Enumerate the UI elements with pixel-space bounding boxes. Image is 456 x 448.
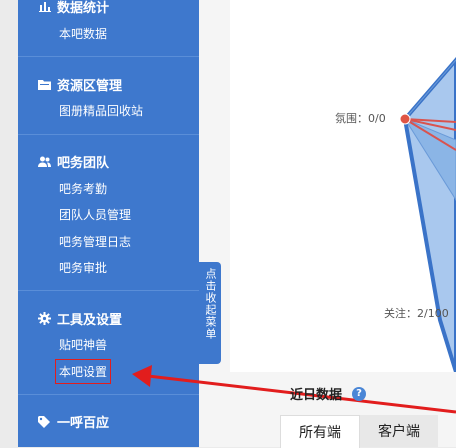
tab-client[interactable]: 客户端 [360,415,438,447]
annotation-arrow [132,365,456,414]
tab-all-platforms[interactable]: 所有端 [280,415,360,448]
recent-data-title: 近日数据 [290,388,343,403]
help-icon[interactable]: ? [352,387,366,401]
